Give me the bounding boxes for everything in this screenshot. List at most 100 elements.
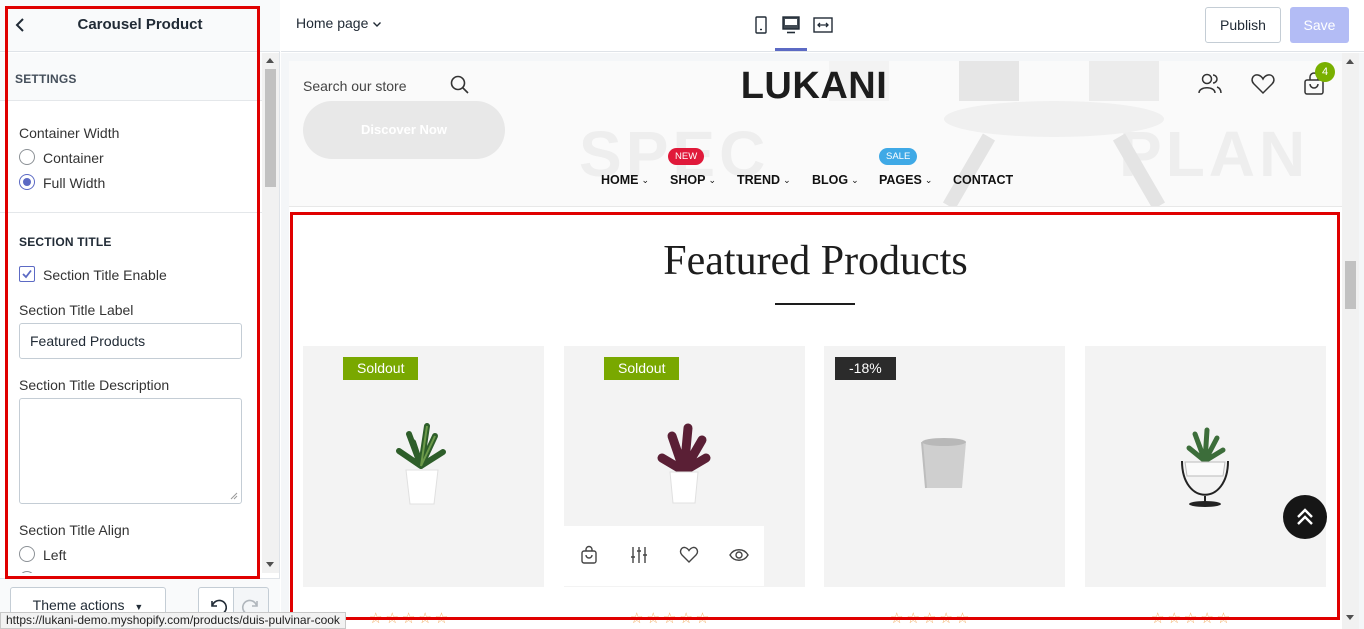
nav-label: SHOP [670, 173, 706, 187]
section-title-enable-label[interactable]: Section Title Enable [43, 267, 167, 283]
divider [0, 212, 262, 213]
chevron-down-icon [373, 22, 382, 28]
nav-shop[interactable]: SHOP ⌄ [670, 173, 716, 187]
rating-stars: ☆☆☆☆☆ [890, 610, 973, 627]
scroll-up-arrow-icon[interactable] [1346, 59, 1354, 64]
section-title-label-label: Section Title Label [19, 302, 134, 318]
editor-topbar: Home page Publish Save [281, 0, 1364, 52]
double-chevron-up-icon [1297, 508, 1313, 525]
scroll-down-arrow-icon[interactable] [266, 562, 274, 567]
desktop-view-button[interactable] [778, 12, 804, 38]
cart-count-badge: 4 [1315, 62, 1335, 82]
save-button[interactable]: Save [1290, 7, 1349, 43]
soldout-badge: Soldout [343, 357, 419, 380]
nav-home[interactable]: HOME ⌄ [601, 173, 649, 187]
store-header: SPEC PLAN Search our store Discover Now … [289, 61, 1342, 206]
resize-handle-icon[interactable] [230, 492, 238, 500]
checkmark-icon [22, 269, 32, 279]
page-selector[interactable]: Home page [296, 15, 382, 31]
container-width-label: Container Width [19, 125, 120, 141]
back-arrow-icon[interactable] [12, 14, 28, 36]
discount-badge: -18% [835, 357, 896, 380]
store-logo[interactable]: LUKANI [729, 65, 899, 108]
store-search-input[interactable]: Search our store [303, 78, 407, 94]
sidebar-scrollbar[interactable] [262, 53, 279, 573]
sidebar-header: Carousel Product [0, 0, 280, 52]
nav-label: TREND [737, 173, 781, 187]
product-card[interactable]: Soldout [303, 346, 544, 587]
chevron-down-icon: ⌄ [851, 175, 859, 185]
nav-label: HOME [601, 173, 639, 187]
settings-sidebar: Carousel Product SETTINGS Container Widt… [0, 0, 280, 629]
nav-new-badge: NEW [668, 148, 705, 165]
align-left-radio[interactable] [19, 546, 35, 562]
product-card[interactable] [1085, 346, 1326, 587]
caret-down-icon: ▼ [134, 602, 144, 612]
product-image[interactable] [303, 346, 544, 587]
section-title-label-input[interactable]: Featured Products [19, 323, 242, 359]
account-icon[interactable] [1197, 71, 1223, 97]
product-card[interactable]: -18% [824, 346, 1065, 587]
nav-pages[interactable]: PAGES ⌄ [879, 173, 932, 187]
rating-stars: ☆☆☆☆☆ [1151, 610, 1234, 627]
active-device-indicator [775, 48, 807, 51]
sidebar-settings-panel: SETTINGS Container Width Container Full … [0, 53, 262, 573]
chevron-down-icon: ⌄ [641, 175, 650, 185]
settings-heading-band: SETTINGS [0, 53, 262, 101]
nav-label: CONTACT [953, 173, 1014, 187]
align-next-radio[interactable] [19, 571, 35, 573]
compare-icon[interactable] [629, 545, 649, 565]
nav-sale-badge: SALE [879, 148, 918, 165]
cart-icon[interactable] [579, 545, 599, 565]
container-radio[interactable] [19, 149, 35, 165]
product-quick-actions [564, 526, 764, 586]
search-icon[interactable] [449, 74, 471, 96]
product-image[interactable] [824, 346, 1065, 587]
theme-actions-label: Theme actions [32, 597, 125, 613]
container-radio-label[interactable]: Container [43, 150, 104, 166]
product-card[interactable]: Soldout [564, 346, 805, 587]
align-left-radio-label[interactable]: Left [43, 547, 66, 563]
section-title-align-label: Section Title Align [19, 522, 130, 538]
preview-frame: SPEC PLAN Search our store Discover Now … [289, 61, 1342, 629]
publish-button[interactable]: Publish [1205, 7, 1281, 43]
nav-contact[interactable]: CONTACT [953, 173, 1013, 187]
nav-blog[interactable]: BLOG ⌄ [812, 173, 859, 187]
full-width-radio[interactable] [19, 174, 35, 190]
section-title-enable-checkbox[interactable] [19, 266, 35, 282]
mobile-icon [755, 16, 767, 34]
store-preview: SPEC PLAN Search our store Discover Now … [281, 53, 1364, 629]
desktop-icon [782, 16, 800, 34]
preview-scrollbar-thumb[interactable] [1345, 261, 1356, 309]
heart-icon[interactable] [1250, 72, 1276, 96]
chevron-down-icon: ⌄ [924, 175, 933, 185]
discover-now-button[interactable]: Discover Now [303, 101, 505, 159]
scroll-up-arrow-icon[interactable] [266, 58, 274, 63]
section-title-heading: SECTION TITLE [19, 235, 112, 249]
section-title-description-textarea[interactable] [19, 398, 242, 504]
eye-icon[interactable] [729, 545, 749, 565]
preview-scrollbar[interactable] [1342, 53, 1359, 629]
rating-stars: ☆☆☆☆☆ [369, 610, 452, 627]
mobile-view-button[interactable] [748, 12, 774, 38]
title-underline [775, 303, 855, 305]
browser-status-url: https://lukani-demo.myshopify.com/produc… [0, 612, 346, 629]
nav-label: BLOG [812, 173, 849, 187]
chevron-down-icon: ⌄ [708, 175, 716, 185]
nav-label: PAGES [879, 173, 922, 187]
sidebar-title: Carousel Product [77, 16, 203, 33]
product-image[interactable] [1085, 346, 1326, 587]
page-selector-label: Home page [296, 15, 369, 31]
full-width-radio-label[interactable]: Full Width [43, 175, 105, 191]
section-title-description-label: Section Title Description [19, 377, 170, 393]
chevron-down-icon: ⌄ [783, 175, 791, 185]
fullscreen-view-button[interactable] [810, 12, 836, 38]
sidebar-scrollbar-thumb[interactable] [265, 69, 276, 187]
header-divider [289, 206, 1342, 207]
settings-heading: SETTINGS [15, 72, 77, 86]
rating-stars: ☆☆☆☆☆ [630, 610, 713, 627]
scroll-down-arrow-icon[interactable] [1346, 615, 1354, 620]
scroll-to-top-button[interactable] [1283, 495, 1327, 539]
nav-trend[interactable]: TREND ⌄ [737, 173, 791, 187]
heart-icon[interactable] [679, 545, 699, 565]
